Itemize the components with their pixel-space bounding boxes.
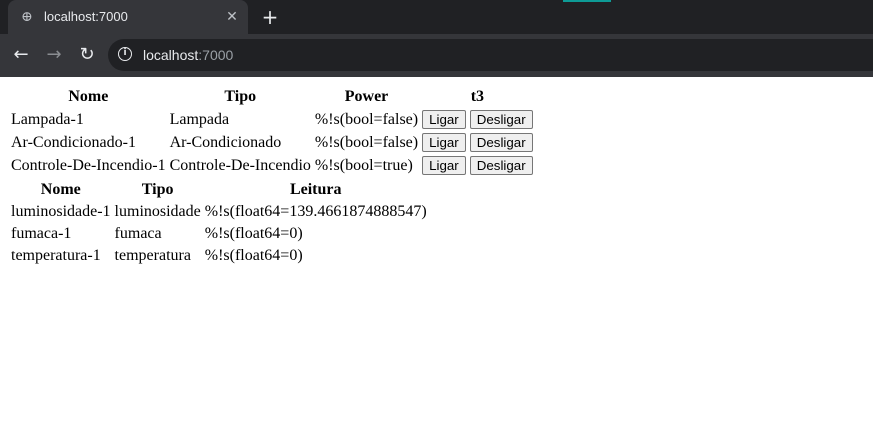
column-header-nome: Nome xyxy=(40,181,81,198)
actuator-name: Ar-Condicionado-1 xyxy=(11,133,136,151)
tab-localhost[interactable]: ⊕ localhost:7000 ✕ xyxy=(8,0,248,34)
sensor-name: temperatura-1 xyxy=(11,247,101,264)
actuators-table: Nome Tipo Power t3 Lampada-1 Lampada %!s… xyxy=(8,85,536,178)
actuator-actions: Ligar Desligar xyxy=(421,132,534,153)
actuator-power: %!s(bool=false) xyxy=(314,133,419,151)
table-row: luminosidade-1 luminosidade %!s(float64=… xyxy=(10,202,428,222)
table-row: temperatura-1 temperatura %!s(float64=0) xyxy=(10,246,428,266)
tab-title: localhost:7000 xyxy=(44,9,128,24)
table-header-row: Nome Tipo Leitura xyxy=(10,180,428,200)
sensor-reading: %!s(float64=0) xyxy=(204,247,303,264)
tab-strip: ⊕ localhost:7000 ✕ + xyxy=(0,0,873,34)
sensor-type: temperatura xyxy=(114,247,191,264)
forward-arrow-icon[interactable]: → xyxy=(41,42,67,68)
sensor-name: luminosidade-1 xyxy=(11,203,111,220)
sensor-type: luminosidade xyxy=(114,203,201,220)
column-header-leitura: Leitura xyxy=(289,181,342,198)
url-port: :7000 xyxy=(198,47,234,63)
actuator-power: %!s(bool=false) xyxy=(314,110,419,128)
close-icon[interactable]: ✕ xyxy=(224,9,240,25)
info-icon[interactable]: i xyxy=(118,47,132,61)
column-header-power: Power xyxy=(344,88,389,105)
reload-icon[interactable]: ↻ xyxy=(74,42,100,68)
table-row: Controle-De-Incendio-1 Controle-De-Incen… xyxy=(10,155,534,176)
plus-icon[interactable]: + xyxy=(260,7,280,27)
actuator-actions: Ligar Desligar xyxy=(421,109,534,130)
globe-icon: ⊕ xyxy=(21,9,33,25)
back-arrow-icon[interactable]: ← xyxy=(8,42,34,68)
actuator-type: Lampada xyxy=(169,110,230,128)
desligar-button[interactable]: Desligar xyxy=(469,156,533,175)
actuator-name: Lampada-1 xyxy=(11,110,84,128)
ligar-button[interactable]: Ligar xyxy=(422,133,466,152)
actuator-type: Ar-Condicionado xyxy=(169,133,282,151)
sensor-name: fumaca-1 xyxy=(11,225,72,242)
ligar-button[interactable]: Ligar xyxy=(422,156,466,175)
actuator-actions: Ligar Desligar xyxy=(421,155,534,176)
sensor-reading: %!s(float64=0) xyxy=(204,225,303,242)
page-content: Nome Tipo Power t3 Lampada-1 Lampada %!s… xyxy=(8,85,536,268)
address-bar[interactable]: i localhost:7000 xyxy=(108,39,873,71)
table-header-row: Nome Tipo Power t3 xyxy=(10,87,534,107)
sensor-reading: %!s(float64=139.4661874888547) xyxy=(204,203,427,220)
accent-strip xyxy=(563,0,611,2)
column-header-nome: Nome xyxy=(68,88,109,105)
actuator-name: Controle-De-Incendio-1 xyxy=(11,156,166,174)
browser-toolbar: ← → ↻ i localhost:7000 xyxy=(0,34,873,77)
table-row: fumaca-1 fumaca %!s(float64=0) xyxy=(10,224,428,244)
column-header-t3: t3 xyxy=(470,88,485,105)
table-row: Lampada-1 Lampada %!s(bool=false) Ligar … xyxy=(10,109,534,130)
sensors-table: Nome Tipo Leitura luminosidade-1 luminos… xyxy=(8,178,430,268)
actuator-type: Controle-De-Incendio xyxy=(169,156,311,174)
actuator-power: %!s(bool=true) xyxy=(314,156,413,174)
column-header-tipo: Tipo xyxy=(141,181,174,198)
desligar-button[interactable]: Desligar xyxy=(469,133,533,152)
column-header-tipo: Tipo xyxy=(224,88,257,105)
url-host: localhost xyxy=(143,47,199,63)
ligar-button[interactable]: Ligar xyxy=(422,110,466,129)
url-text: localhost:7000 xyxy=(143,46,233,64)
desligar-button[interactable]: Desligar xyxy=(469,110,533,129)
table-row: Ar-Condicionado-1 Ar-Condicionado %!s(bo… xyxy=(10,132,534,153)
sensor-type: fumaca xyxy=(114,225,162,242)
